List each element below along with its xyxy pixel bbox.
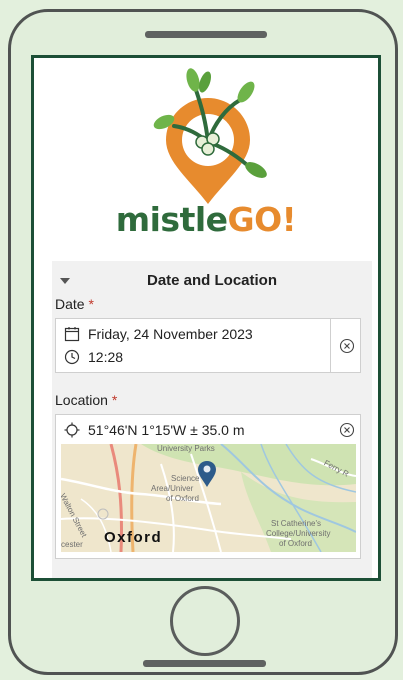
date-label: Date *	[55, 296, 94, 312]
location-crosshair-icon	[64, 422, 80, 438]
date-location-panel: Date and Location Date * Friday, 24 Nove…	[52, 261, 372, 578]
location-row[interactable]: 51°46'N 1°15'W ± 35.0 m	[64, 420, 245, 440]
clock-icon	[64, 349, 80, 365]
app-brand: mistleGO!	[34, 200, 378, 239]
location-value: 51°46'N 1°15'W ± 35.0 m	[88, 422, 245, 438]
phone-home-button[interactable]	[170, 586, 240, 656]
section-header[interactable]: Date and Location	[52, 261, 372, 301]
date-time-field[interactable]: Friday, 24 November 2023 12:28	[55, 318, 361, 373]
map-label-parks: University Parks	[157, 444, 215, 453]
map-label-science-3: of Oxford	[166, 494, 199, 503]
app-screen: mistleGO! Date and Location Date * Frida…	[31, 55, 381, 581]
phone-bottom-bar	[143, 660, 266, 667]
date-value: Friday, 24 November 2023	[88, 326, 253, 342]
time-value: 12:28	[88, 349, 124, 365]
mistletoe-logo-icon	[153, 68, 267, 204]
brand-part-2: GO!	[227, 200, 297, 239]
clear-date-icon[interactable]	[339, 338, 355, 354]
field-divider	[330, 319, 331, 372]
phone-speaker	[145, 31, 267, 38]
date-label-text: Date	[55, 296, 85, 312]
location-required-mark: *	[111, 392, 118, 408]
date-row[interactable]: Friday, 24 November 2023	[64, 324, 253, 344]
time-row[interactable]: 12:28	[64, 347, 123, 367]
location-map[interactable]: University Parks Science Area/Univer of …	[61, 444, 356, 552]
brand-part-1: mistle	[115, 200, 228, 239]
map-label-cester: cester	[61, 540, 83, 549]
map-label-catherine-3: of Oxford	[279, 539, 312, 548]
location-label-text: Location	[55, 392, 108, 408]
map-label-science-2: Area/Univer	[151, 484, 194, 493]
location-label: Location *	[55, 392, 117, 408]
section-title: Date and Location	[146, 272, 277, 289]
map-pin-icon[interactable]	[197, 460, 217, 488]
map-label-city: Oxford	[104, 529, 163, 546]
clear-location-icon[interactable]	[339, 422, 355, 438]
map-label-catherine-1: St Catherine's	[271, 519, 321, 528]
calendar-icon	[64, 327, 80, 342]
date-required-mark: *	[88, 296, 94, 312]
location-field[interactable]: 51°46'N 1°15'W ± 35.0 m University Parks…	[55, 414, 361, 559]
map-label-catherine-2: College/University	[266, 529, 331, 538]
map-label-science-1: Science	[171, 474, 200, 483]
